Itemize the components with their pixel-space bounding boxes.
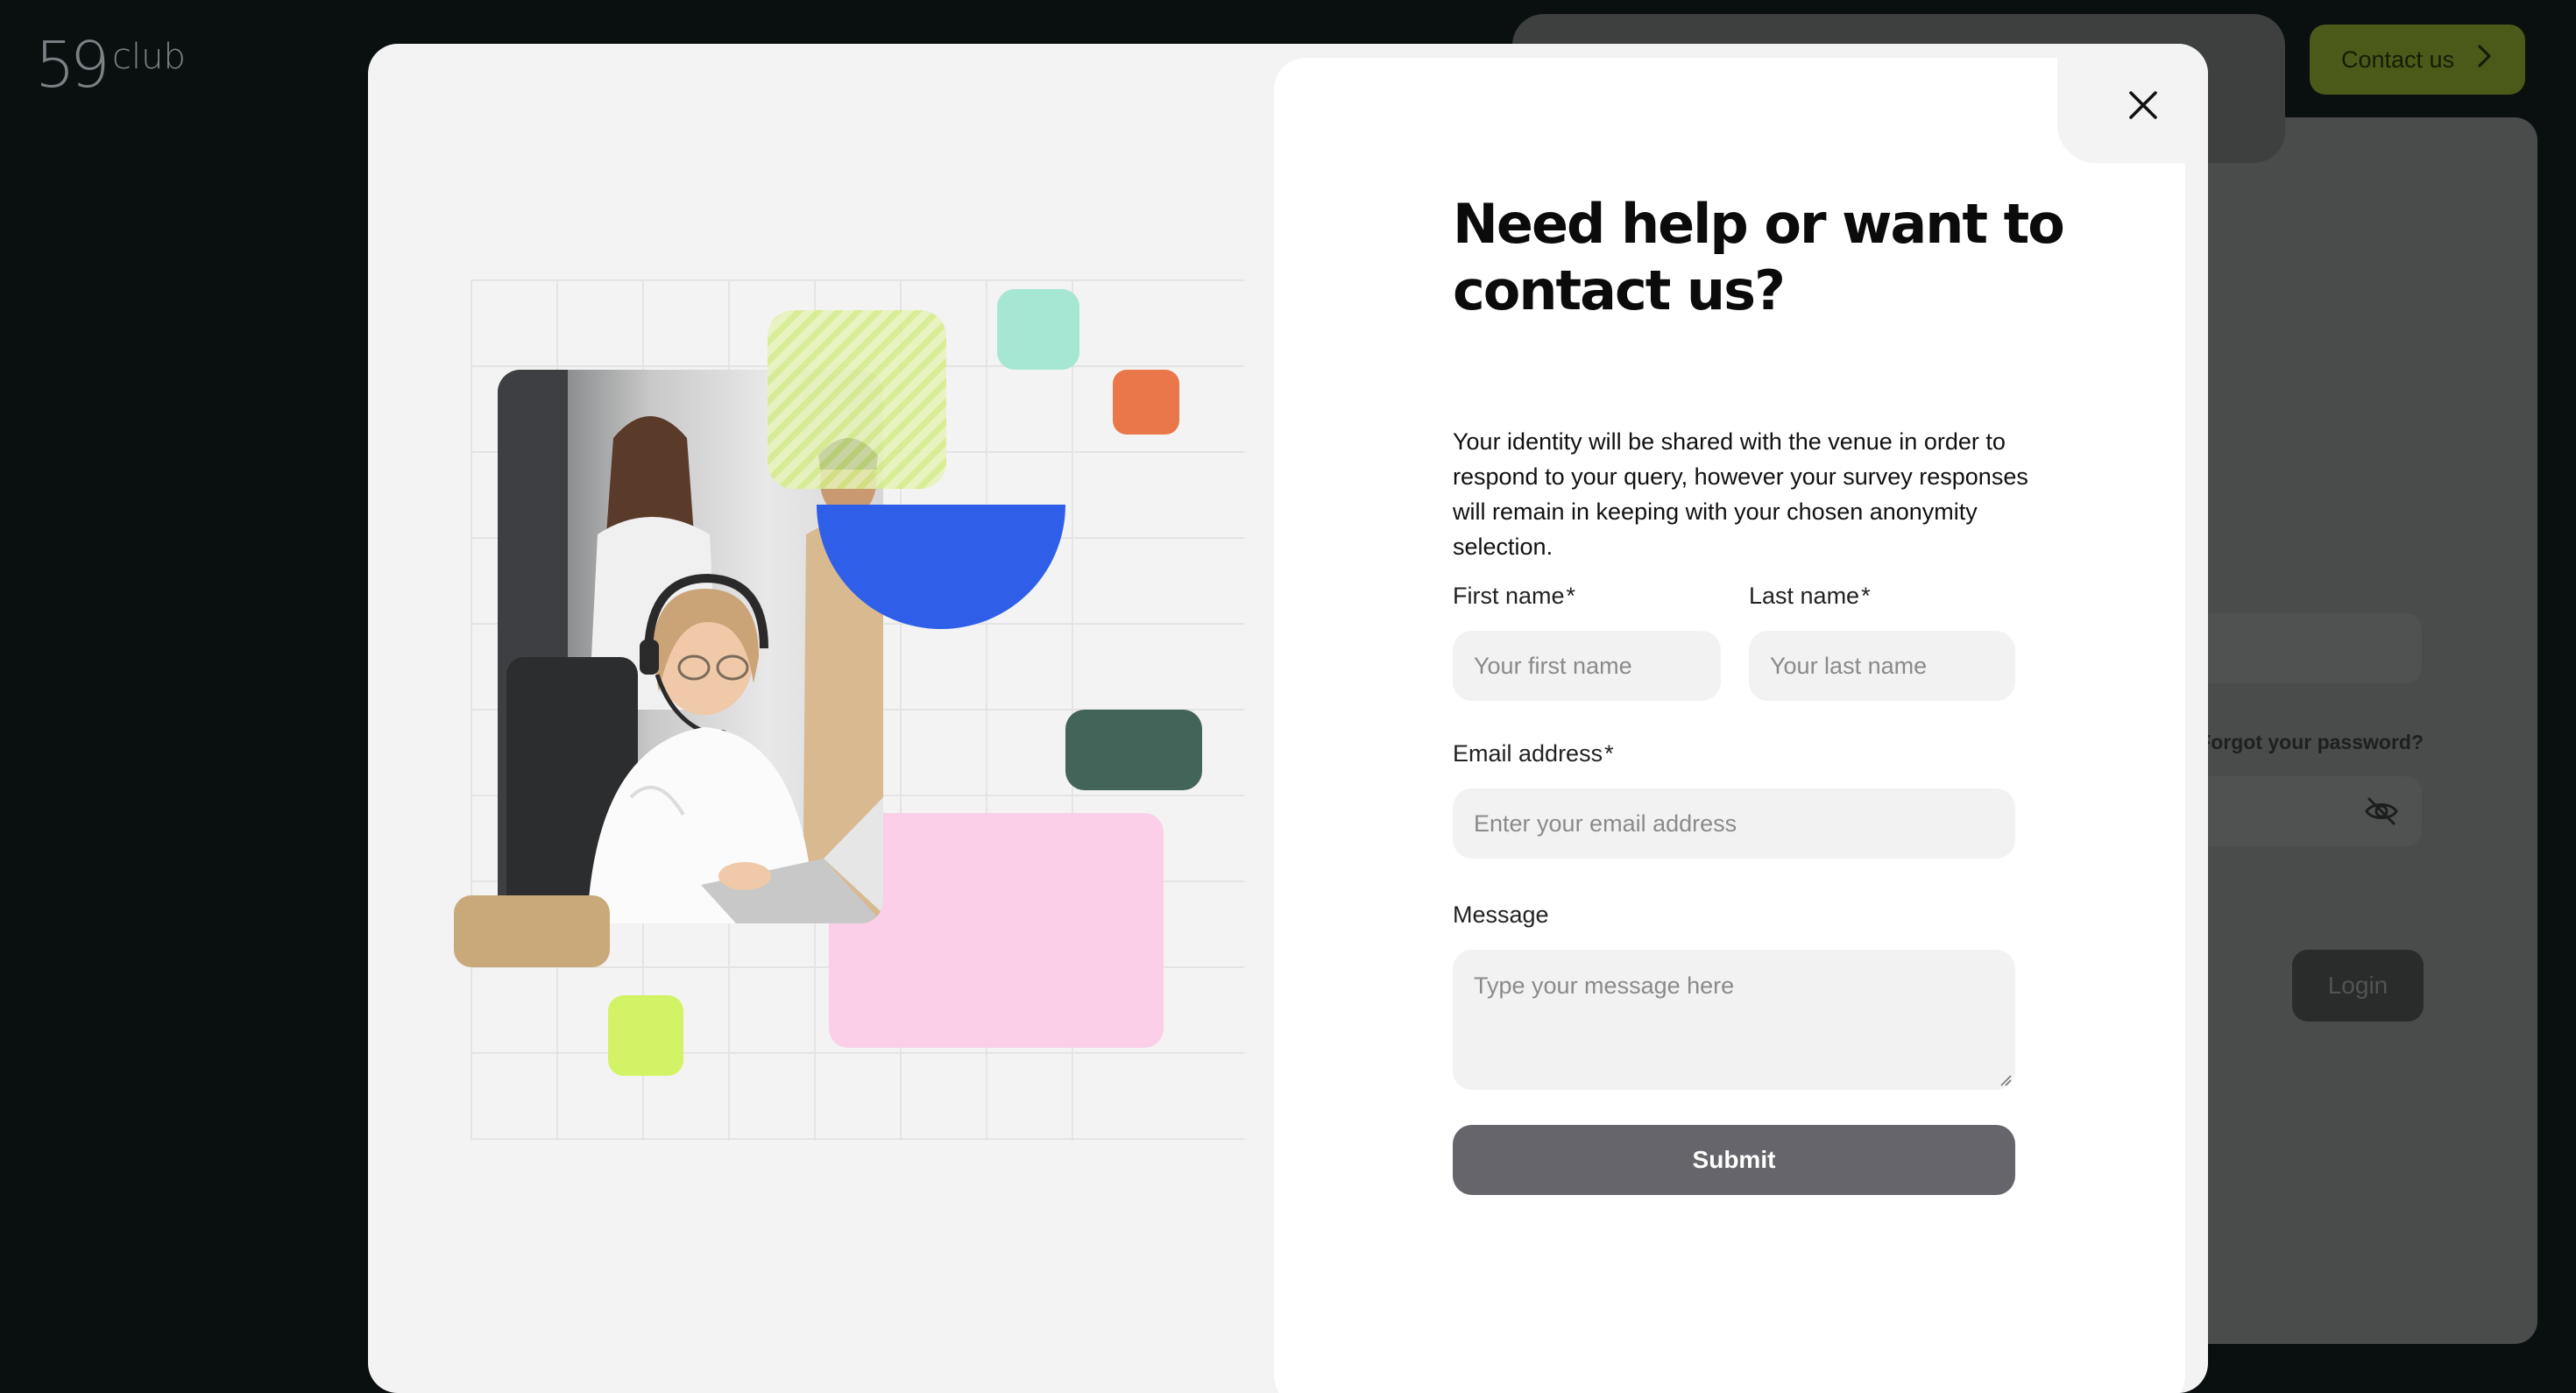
modal-description: Your identity will be shared with the ve… (1453, 428, 2028, 560)
brand-logo[interactable]: 59 club (35, 32, 193, 98)
modal-title: Need help or want to contact us? (1453, 192, 2065, 322)
last-name-label: Last name* (1749, 582, 1871, 610)
first-name-label: First name* (1453, 582, 1575, 610)
message-label-text: Message (1453, 902, 1549, 928)
required-mark: * (1566, 583, 1576, 609)
first-name-input[interactable] (1453, 631, 1721, 701)
chevron-right-icon (2477, 44, 2493, 75)
email-input[interactable] (1453, 788, 2015, 859)
shape-dark-green (1065, 710, 1202, 790)
login-button[interactable]: Login (2292, 950, 2424, 1022)
shape-orange (1113, 370, 1179, 435)
eye-off-icon[interactable] (2364, 795, 2399, 827)
shape-lime (608, 995, 683, 1076)
contact-us-label: Contact us (2341, 46, 2455, 73)
last-name-input[interactable] (1749, 631, 2015, 701)
submit-button[interactable]: Submit (1453, 1125, 2015, 1195)
background-email-field[interactable] (2190, 613, 2422, 683)
contact-illustration (454, 279, 1244, 1141)
logo-word: club (112, 37, 186, 77)
message-textarea[interactable] (1453, 950, 2015, 1090)
shape-striped (768, 310, 946, 489)
email-label: Email address* (1453, 739, 1614, 767)
close-icon (2128, 90, 2158, 124)
resize-handle-icon[interactable] (1999, 1074, 2012, 1086)
logo-number: 59 (35, 28, 110, 102)
message-label: Message (1453, 901, 1549, 929)
shape-mint (997, 289, 1079, 370)
required-mark: * (1604, 740, 1614, 767)
email-label-text: Email address (1453, 740, 1603, 767)
last-name-label-text: Last name (1749, 583, 1860, 609)
shape-tan (454, 895, 610, 967)
first-name-label-text: First name (1453, 583, 1565, 609)
required-mark: * (1861, 583, 1871, 609)
contact-modal: Need help or want to contact us? Your id… (368, 44, 2208, 1393)
close-button[interactable] (2119, 82, 2168, 131)
contact-us-button[interactable]: Contact us (2310, 25, 2525, 95)
